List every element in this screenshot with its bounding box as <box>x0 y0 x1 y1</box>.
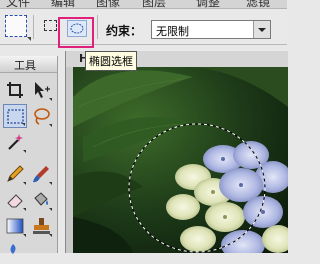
menu-filter[interactable]: 滤镜 <box>246 0 270 8</box>
chevron-down-icon[interactable] <box>253 21 270 38</box>
rect-marquee-mode-icon[interactable] <box>44 20 57 31</box>
paint-bucket-tool-icon[interactable] <box>29 188 53 212</box>
brush-tool-icon[interactable] <box>29 162 53 186</box>
move-tool-icon[interactable] <box>29 78 53 102</box>
menu-file[interactable]: 文件 <box>6 0 30 8</box>
rect-marquee-tool-icon[interactable] <box>3 104 27 128</box>
tools-panel-title: 工具 <box>14 59 36 72</box>
separator <box>33 15 34 39</box>
stamp-tool-icon[interactable] <box>29 214 53 238</box>
constrain-select[interactable]: 无限制 <box>151 20 271 39</box>
menu-adjust[interactable]: 调整 <box>196 0 220 8</box>
options-bar: 约束： 无限制 <box>0 9 287 48</box>
menu-image[interactable]: 图像 <box>96 0 120 8</box>
highlight-box <box>58 17 94 48</box>
tooltip: 椭圆选框 <box>85 51 137 71</box>
hydrangea-photo <box>73 67 288 253</box>
smudge-tool-icon[interactable] <box>3 240 27 264</box>
lasso-tool-icon[interactable] <box>29 104 53 128</box>
constrain-value: 无限制 <box>156 25 189 38</box>
current-tool-rect-marquee-icon[interactable] <box>5 15 31 41</box>
tools-panel: 工具 <box>0 56 58 254</box>
menu-bar: 文件 编辑 图像 图层 调整 滤镜 <box>0 0 287 9</box>
menu-edit[interactable]: 编辑 <box>51 0 75 8</box>
crop-tool-icon[interactable] <box>3 78 27 102</box>
separator <box>97 15 98 39</box>
document-window: H <box>65 51 288 253</box>
magic-wand-tool-icon[interactable] <box>3 130 27 154</box>
tools-panel-header: 工具 <box>0 56 57 73</box>
eraser-tool-icon[interactable] <box>3 188 27 212</box>
menu-layer[interactable]: 图层 <box>142 0 166 8</box>
pencil-tool-icon[interactable] <box>3 162 27 186</box>
image-canvas[interactable] <box>73 67 288 253</box>
gradient-tool-icon[interactable] <box>3 214 27 238</box>
constrain-label: 约束： <box>106 24 143 38</box>
